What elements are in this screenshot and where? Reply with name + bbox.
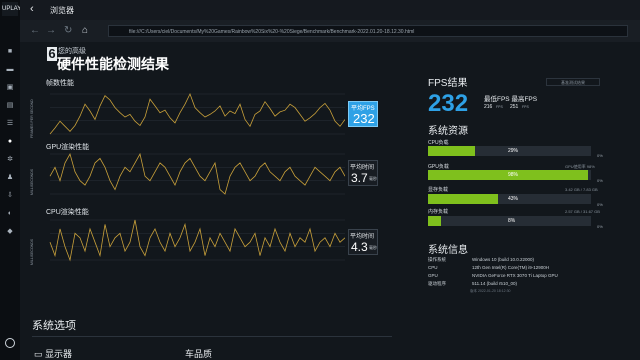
notification-icon[interactable]: ◆ [6,228,14,236]
info-key: 操作系统 [428,257,446,262]
gpu-load-bar: 98% [428,170,591,180]
cpu-avg-value: 4.3 [351,240,368,254]
rainbow-six-logo: 6 [47,46,57,61]
info-value: 511.14 (build r510_00) [472,281,517,286]
min-fps-unit: FPS [496,105,503,109]
avg-fps-box: 平均FPS 232 [348,101,378,127]
min-max-fps-label: 最低FPS 最高FPS [484,96,538,103]
cpu-load-fill [428,146,476,156]
benchmark-result-button[interactable]: 基准测试结果 [546,78,600,86]
cpu-avg-box: 平均时间 4.3 毫秒 [348,229,378,255]
cpu-avg-unit: 毫秒 [369,245,377,250]
home-button[interactable]: ⌂ [82,25,88,36]
vram-usage-note: 3.42 GB / 7.83 GB [565,187,598,192]
ram-load-bar: 8% [428,216,591,226]
nav-forward-button[interactable]: → [46,25,56,36]
info-row-driver: 驱动程序 511.14 (build r510_00) [428,281,517,287]
vram-load-zero: 0% [597,202,603,207]
monitor-icon: ▭ [34,349,43,359]
info-row-gpu: GPU NVIDIA GeForce RTX 3070 Ti Laptop GPU [428,273,558,278]
series-line [49,92,345,135]
gpu-line-chart [49,152,345,195]
info-value: 12th Gen Intel(R) Core(TM) i9-12900H [472,265,550,270]
cpu-load-pct: 29% [508,148,519,154]
gpu-axis-label: MILLISECONDS [30,168,34,195]
min-fps-value: 216 [484,104,493,110]
cpu-avg-label: 平均时间 [350,234,375,240]
ram-usage-note: 2.57 GB / 31.67 GB [565,209,600,214]
fps-axis-label: FRAMES PER SECOND [30,99,34,138]
info-row-cpu: CPU 12th Gen Intel(R) Core(TM) i9-12900H [428,265,549,270]
cpu-line-chart [49,219,345,262]
display-option-label: 显示器 [45,349,73,359]
fps-result-value: 232 [428,90,469,117]
info-value: Windows 10 (build 10.0.22000) [472,257,535,262]
quality-option-label: 车品质 [185,349,213,359]
app-logo: UPLAY [2,2,21,16]
gpu-avg-value: 3.7 [351,171,368,185]
series-line [49,152,345,195]
vram-load-pct: 43% [508,196,519,202]
nav-back-button[interactable]: ← [30,25,40,36]
divider [32,336,392,337]
info-key: GPU [428,273,438,278]
info-value: NVIDIA GeForce RTX 3070 Ti Laptop GPU [472,273,558,278]
library-icon[interactable]: ▤ [6,102,14,110]
vram-load-bar: 43% [428,194,591,204]
gpu-load-label: GPU负载 [428,164,449,170]
gpu-avg-label: 平均时间 [350,165,375,171]
gear-icon[interactable]: ✲ [6,156,14,164]
max-fps-unit: FPS [522,105,529,109]
info-row-os: 操作系统 Windows 10 (build 10.0.22000) [428,257,534,263]
ram-load-zero: 0% [597,224,603,229]
info-key: CPU [428,265,438,270]
vram-load-label: 显存负载 [428,187,449,193]
gpu-load-pct: 98% [508,172,519,178]
display-option[interactable]: ▭ 显示器 [34,347,72,360]
back-arrow-icon[interactable]: ‹ [30,3,34,15]
window-title: 浏览器 [50,6,74,15]
gpu-load-zero: 0% [597,178,603,183]
address-bar[interactable]: file:///C:/Users/ciel/Documents/My%20Gam… [108,25,628,37]
system-options-title: 系统选项 [32,320,76,332]
home-icon[interactable]: ■ [6,48,14,56]
system-resources-title: 系统资源 [428,126,468,137]
info-key: 驱动程序 [428,281,446,286]
cpu-axis-label: MILLISECONDS [30,238,34,265]
vram-load-fill [428,194,499,204]
cpu-load-bar: 29% [428,146,591,156]
fps-line-chart [49,92,345,135]
download-icon[interactable]: ⇩ [6,192,14,200]
max-fps-value: 251 [510,104,519,110]
globe-icon[interactable]: ● [6,138,14,146]
fps-result-title: FPS结果 [428,78,468,89]
ubisoft-swirl-icon[interactable] [5,338,15,348]
quality-option[interactable]: 车品质 [185,347,212,360]
ram-load-fill [428,216,442,226]
refresh-button[interactable]: ↻ [64,25,72,36]
gpu-avg-unit: 毫秒 [369,176,377,181]
avg-fps-value: 232 [353,111,375,126]
chat-icon[interactable]: ▬ [6,66,14,74]
system-info-title: 系统信息 [428,245,468,256]
list-icon[interactable]: ☰ [6,120,14,128]
sidebar: UPLAY ■ ▬ ▣ ▤ ☰ ● ✲ ♟ ⇩ ◐ ◆ [0,0,21,360]
friends-icon[interactable]: ◐ [6,210,14,218]
user-icon[interactable]: ♟ [6,174,14,182]
browser-toolbar: ← → ↻ ⌂ file:///C:/Users/ciel/Documents/… [20,20,640,42]
store-icon[interactable]: ▣ [6,84,14,92]
title-bar: ‹ 浏览器 [20,0,640,21]
ram-load-pct: 8% [508,218,516,224]
info-meta: 版本 2022-01-20 18:12:30 [470,289,511,293]
fps-chart-label: 帧数性能 [46,80,74,87]
gpu-avg-box: 平均时间 3.7 毫秒 [348,160,378,186]
cpu-load-label: CPU负载 [428,140,449,146]
ram-load-label: 内存负载 [428,209,449,215]
series-line [49,219,345,262]
page-title: 硬件性能检测结果 [57,56,169,72]
cpu-load-zero: 0% [597,153,603,158]
